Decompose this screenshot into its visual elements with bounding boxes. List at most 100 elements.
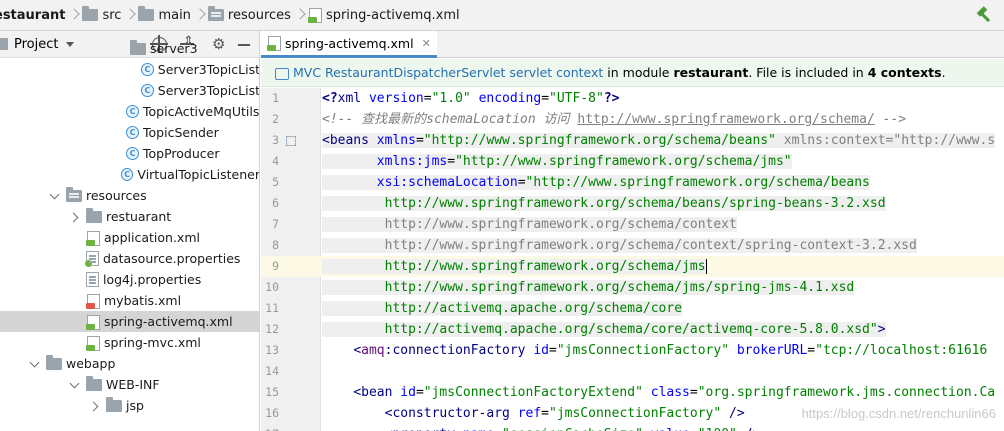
tree-item[interactable]: mybatis.xml [0, 290, 259, 311]
code-token: xsi:schemaLocation [376, 175, 518, 190]
breadcrumb-separator-icon [196, 5, 204, 25]
code-token: = [541, 406, 549, 421]
tree-item[interactable]: TopicSender [0, 122, 259, 143]
tree-item[interactable]: log4j.properties [0, 269, 259, 290]
code-line[interactable]: 13 <amq:connectionFactory id="jmsConnect… [261, 340, 1004, 361]
code-editor[interactable]: 1 <?xml version="1.0" encoding="UTF-8"?> 2… [261, 88, 1004, 431]
servlet-context-link[interactable]: MVC RestaurantDispatcherServlet servlet … [293, 65, 603, 80]
code-text: xmlns:jms="http://www.springframework.or… [322, 151, 792, 172]
code-line[interactable]: 10 http://www.springframework.org/schema… [261, 277, 1004, 298]
project-tool-window: Project ⚙ server3Server3TopicListServer3… [0, 31, 260, 431]
code-line[interactable]: 15 <bean id="jmsConnectionFactoryExtend"… [261, 382, 1004, 403]
breadcrumb-item[interactable]: estaurant [0, 0, 65, 31]
tree-item[interactable]: VirtualTopicListener [0, 164, 259, 185]
spring-xml-icon [267, 35, 281, 51]
breadcrumb-item[interactable]: spring-activemq.xml [307, 0, 460, 31]
spring-xml-icon [86, 314, 100, 330]
code-line[interactable]: 7 http://www.springframework.org/schema/… [261, 214, 1004, 235]
code-token: = [415, 133, 424, 148]
build-hammer-icon[interactable] [976, 7, 992, 23]
code-token: version [368, 91, 424, 106]
code-token: ?> [603, 91, 620, 106]
code-line[interactable]: 4 xmlns:jms="http://www.springframework.… [261, 151, 1004, 172]
code-line[interactable]: 9 http://www.springframework.org/schema/… [261, 256, 1004, 277]
tree-item[interactable]: Server3TopicList [0, 80, 259, 101]
code-line[interactable]: 5 xsi:schemaLocation="http://www.springf… [261, 172, 1004, 193]
banner-text: in module [603, 65, 674, 80]
breadcrumb-item[interactable]: resources [207, 0, 291, 31]
editor-tab-spring-activemq[interactable]: spring-activemq.xml ✕ [261, 31, 437, 58]
code-line[interactable]: 2 <!-- 查找最新的schemaLocation 访问 http://www.… [261, 109, 1004, 130]
code-token: = [517, 175, 526, 190]
properties-file-icon [86, 272, 99, 287]
tree-item[interactable]: restuarant [0, 206, 259, 227]
code-text: <property name="sessionCacheSize" value=… [322, 424, 761, 431]
code-token: = [807, 343, 816, 358]
tree-item-label: application.xml [104, 230, 200, 245]
code-text: http://www.springframework.org/schema/co… [322, 214, 737, 235]
breadcrumb-separator-icon [296, 5, 304, 25]
java-class-icon [141, 63, 154, 76]
tree-item[interactable]: datasource.properties [0, 248, 259, 269]
fold-marker-icon[interactable] [286, 136, 296, 146]
chevron-down-icon[interactable] [50, 191, 60, 201]
tree-item[interactable]: WEB-INF [0, 374, 259, 395]
code-token: /> [745, 427, 761, 431]
code-token: <bean [353, 385, 401, 400]
code-line[interactable]: 1 <?xml version="1.0" encoding="UTF-8"?> [261, 88, 1004, 109]
code-token: brokerURL [736, 343, 808, 358]
code-token: "jmsConnectionFactory" [556, 343, 730, 358]
close-icon[interactable]: ✕ [422, 37, 431, 50]
code-token [322, 301, 385, 316]
code-line[interactable]: 8 http://www.springframework.org/schema/… [261, 235, 1004, 256]
code-token: = [494, 427, 502, 431]
tree-item[interactable]: resources [0, 185, 259, 206]
tree-item[interactable]: application.xml [0, 227, 259, 248]
tree-item-label: spring-mvc.xml [104, 335, 201, 350]
code-text: <?xml version="1.0" encoding="UTF-8"?> [322, 88, 619, 109]
editor-tab-bar: spring-activemq.xml ✕ [261, 31, 1004, 58]
code-token: "100" [698, 427, 737, 431]
tree-item-label: server3 [150, 41, 198, 56]
code-text: <bean id="jmsConnectionFactoryExtend" cl… [322, 382, 995, 403]
line-number: 13 [265, 343, 279, 357]
tree-item[interactable]: spring-activemq.xml [0, 311, 259, 332]
code-text: <amq:connectionFactory id="jmsConnection… [322, 340, 987, 361]
tree-item[interactable]: TopicActiveMqUtils [0, 101, 259, 122]
banner-context-count[interactable]: 4 contexts [868, 65, 942, 80]
breadcrumb-item[interactable]: src [82, 0, 121, 31]
code-text: <!-- 查找最新的schemaLocation 访问 http://www.s… [322, 109, 906, 130]
code-token: xmlns:context="http://www.s [783, 133, 996, 148]
line-number: 4 [272, 154, 279, 168]
tree-item[interactable]: webapp [0, 353, 259, 374]
code-line[interactable]: 14 [261, 361, 1004, 382]
chevron-right-icon[interactable] [70, 212, 80, 222]
code-token: "sessionCacheSize" [502, 427, 643, 431]
chevron-down-icon[interactable] [70, 380, 80, 390]
code-line[interactable]: 17 <property name="sessionCacheSize" val… [261, 424, 1004, 431]
code-line[interactable]: 11 http://activemq.apache.org/schema/cor… [261, 298, 1004, 319]
breadcrumb-separator-icon [70, 5, 78, 25]
code-line[interactable]: 6 http://www.springframework.org/schema/… [261, 193, 1004, 214]
breadcrumb: estaurant src main resources spring-activemq… [0, 0, 460, 31]
tree-item[interactable]: spring-mvc.xml [0, 332, 259, 353]
folder-icon [82, 6, 99, 21]
folder-icon [86, 207, 102, 223]
tree-item[interactable]: Server3TopicList [0, 59, 259, 80]
chevron-right-icon[interactable] [90, 401, 100, 411]
banner-text: . [941, 65, 946, 80]
tree-item[interactable]: TopProducer [0, 143, 259, 164]
code-text: http://www.springframework.org/schema/jm… [322, 256, 707, 277]
chevron-down-icon[interactable] [30, 359, 40, 369]
breadcrumb-item[interactable]: main [138, 0, 191, 31]
spring-context-banner: MVC RestaurantDispatcherServlet servlet … [261, 59, 1004, 87]
code-line[interactable]: 12 http://activemq.apache.org/schema/cor… [261, 319, 1004, 340]
tree-item[interactable]: jsp [0, 395, 259, 416]
code-line[interactable]: 3 <beans xmlns="http://www.springframewor… [261, 130, 1004, 151]
folder-icon [86, 375, 102, 391]
tree-item[interactable]: server3 [0, 38, 259, 59]
code-token: "jmsConnectionFactoryExtend" [423, 385, 643, 400]
tree-item-label: spring-activemq.xml [104, 314, 233, 329]
